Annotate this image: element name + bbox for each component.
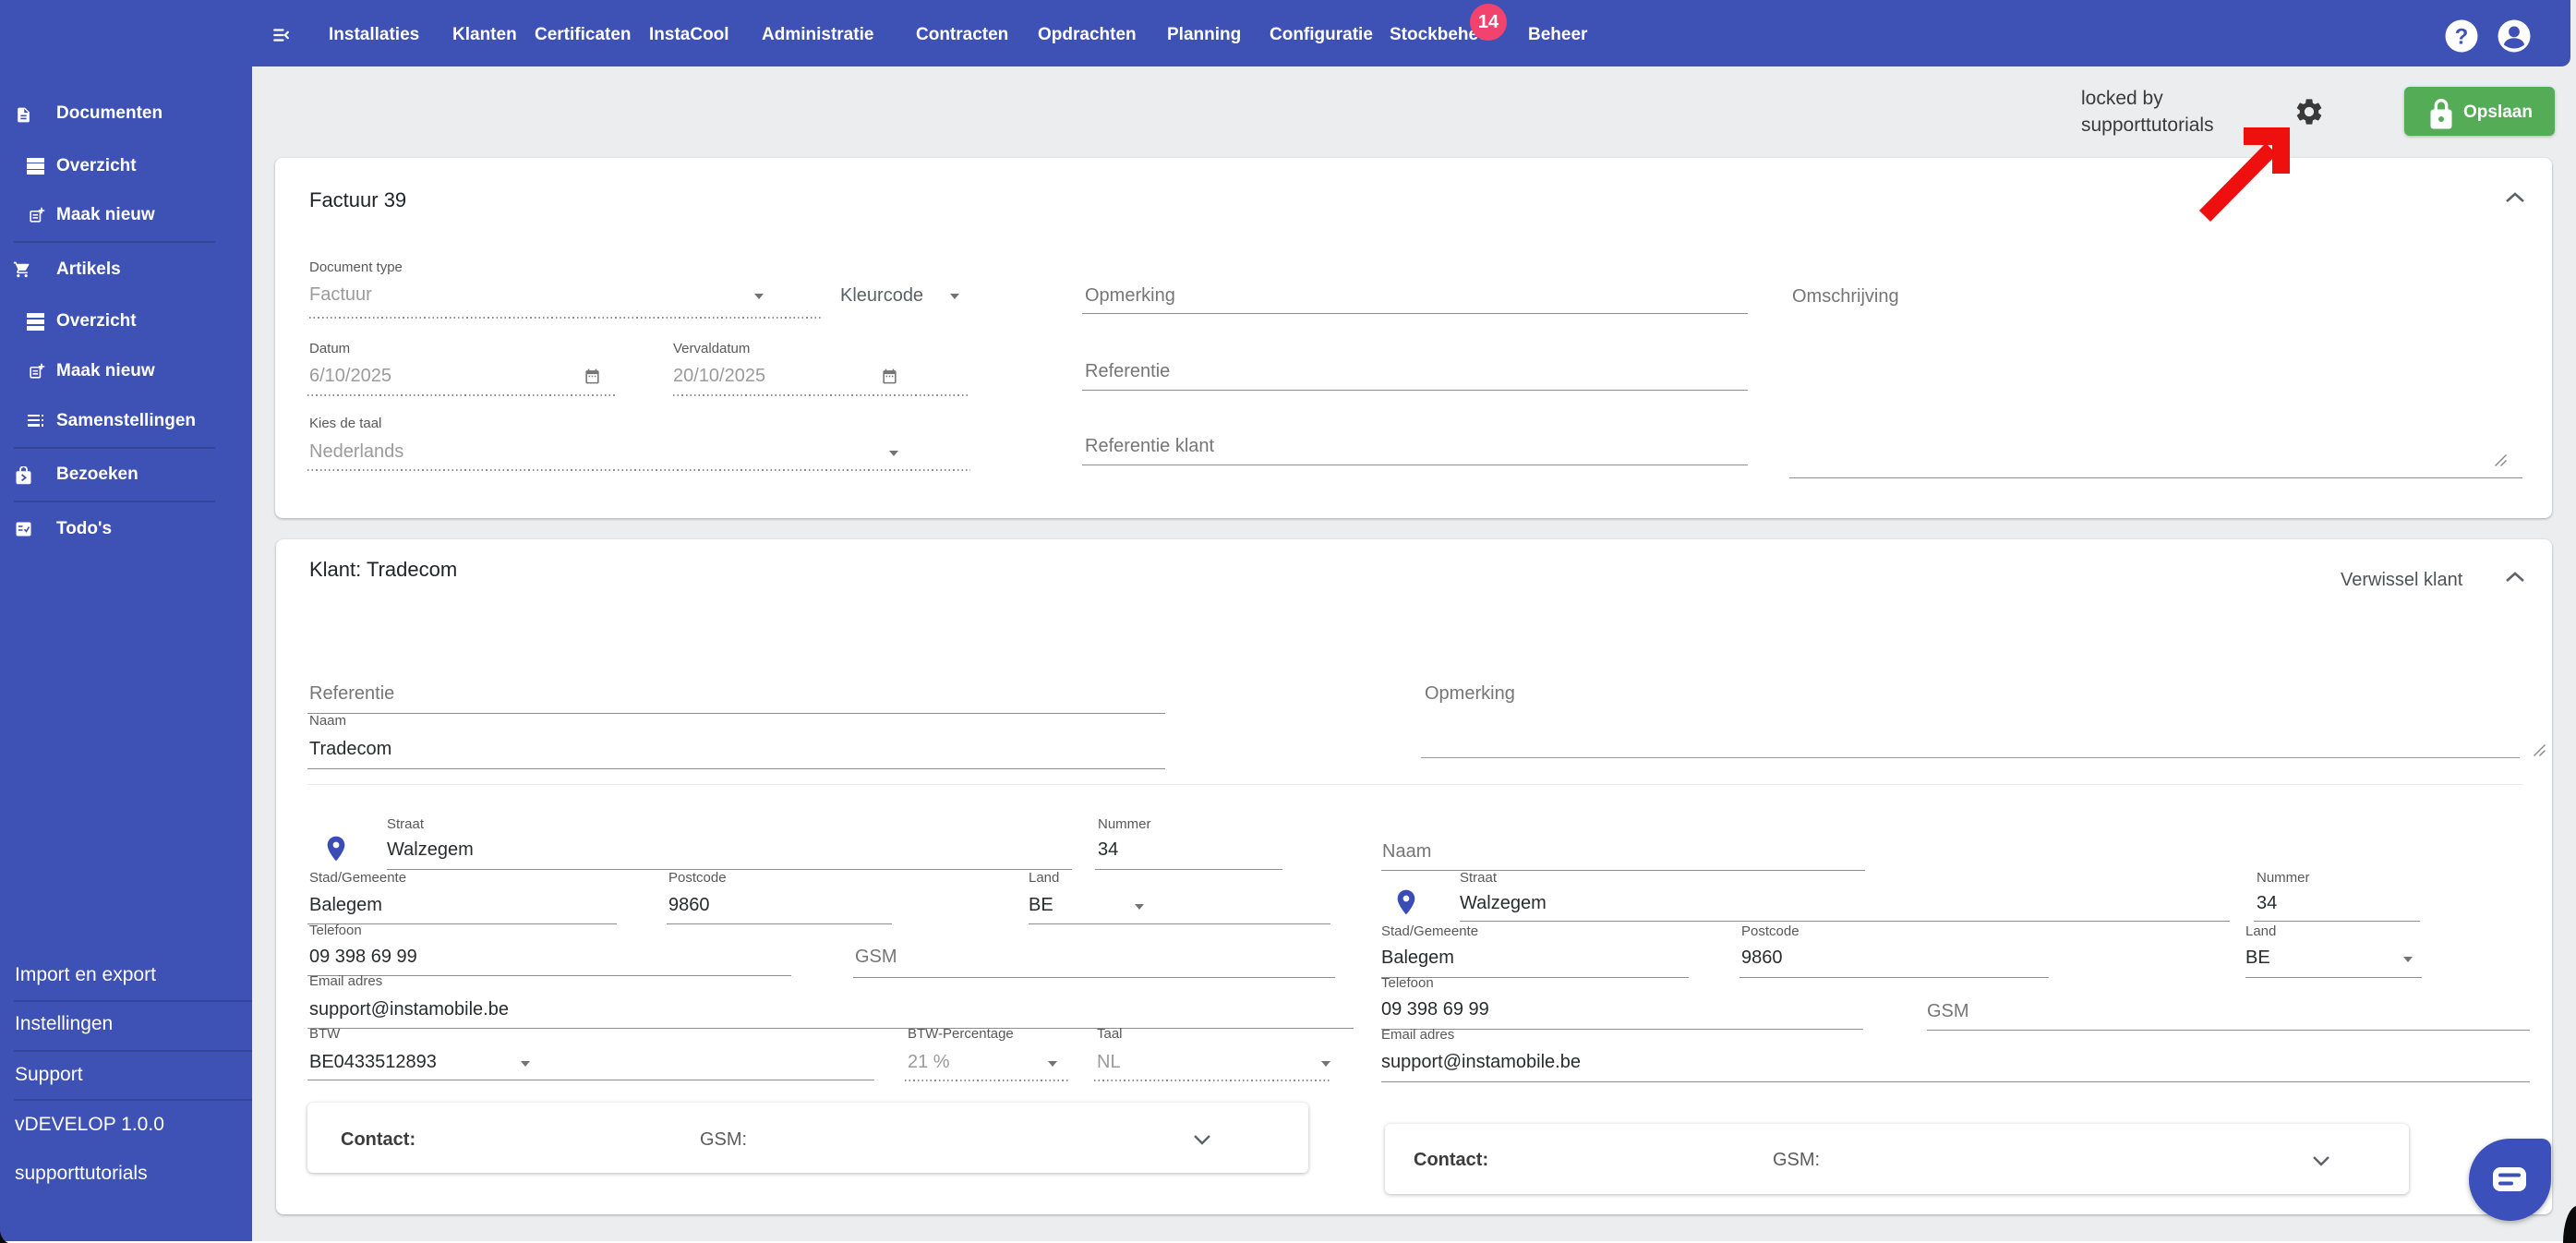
svg-text:?: ? (2455, 25, 2469, 50)
